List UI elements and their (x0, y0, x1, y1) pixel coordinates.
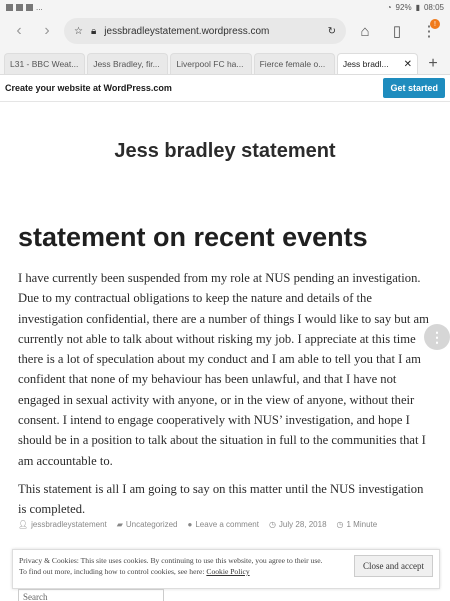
close-and-accept-button[interactable]: Close and accept (354, 555, 433, 577)
tab-strip: L31 - BBC Weat... Jess Bradley, fir... L… (0, 48, 450, 75)
notification-icon (6, 3, 13, 11)
status-bar: ... ◔ 92% ▮ 08:05 (0, 0, 450, 14)
category-link[interactable]: Uncategorized (126, 520, 178, 529)
meta-comment[interactable]: ● Leave a comment (188, 520, 259, 529)
meta-category[interactable]: ▰ Uncategorized (117, 520, 178, 529)
close-icon[interactable]: ✕ (404, 59, 412, 70)
comment-icon: ● (187, 520, 193, 529)
comment-link[interactable]: Leave a comment (195, 520, 259, 529)
get-started-button[interactable]: Get started (383, 78, 445, 98)
meta-author[interactable]: 👤︎ jessbradleystatement (18, 520, 107, 529)
status-right: ◔ 92% ▮ 08:05 (387, 3, 444, 12)
tab-label: Fierce female o... (259, 59, 326, 69)
battery-icon: ▮ (415, 2, 420, 12)
site-title[interactable]: Jess bradley statement (0, 140, 450, 163)
post-body: I have currently been suspended from my … (18, 268, 432, 528)
tab[interactable]: L31 - BBC Weat... (4, 53, 86, 74)
clock-icon: ◷ (268, 520, 276, 529)
post-meta: 👤︎ jessbradleystatement ▰ Uncategorized ● L… (18, 520, 377, 529)
tab[interactable]: Fierce female o... (253, 53, 335, 74)
cookie-line-2: To find out more, including how to contr… (19, 567, 207, 576)
more-options-icon[interactable]: ⋮ (424, 324, 450, 350)
search-input[interactable]: Search (18, 589, 164, 601)
menu-icon[interactable]: ⋮! (416, 18, 442, 44)
tab[interactable]: Liverpool FC ha... (170, 53, 252, 74)
date-link[interactable]: July 28, 2018 (279, 520, 327, 529)
post-paragraph: I have currently been suspended from my … (18, 271, 429, 468)
bookmark-star-icon[interactable]: ☆ (74, 26, 83, 37)
home-icon[interactable]: ⌂ (352, 18, 378, 44)
folder-icon: ▰ (116, 520, 123, 529)
create-website-link[interactable]: Create your website at WordPress.com (5, 83, 172, 93)
meta-date[interactable]: ◷ July 28, 2018 (269, 520, 327, 529)
battery-level: 92% (395, 2, 412, 12)
author-link[interactable]: jessbradleystatement (31, 520, 107, 529)
reload-icon[interactable]: ↻ (328, 26, 336, 37)
notification-icon (26, 3, 33, 11)
cookie-line-1: Privacy & Cookies: This site uses cookie… (19, 556, 323, 565)
forward-icon[interactable]: › (36, 20, 58, 42)
cookie-policy-link[interactable]: Cookie Policy (206, 567, 249, 576)
lock-icon: 🔒︎ (90, 25, 97, 37)
tab[interactable]: Jess Bradley, fir... (87, 53, 169, 74)
clock-icon: ◷ (336, 520, 344, 529)
wordpress-banner: Create your website at WordPress.com Get… (0, 75, 450, 102)
address-bar[interactable]: ☆ 🔒︎ jessbradleystatement.wordpress.com … (64, 18, 346, 44)
status-left: ... (6, 3, 43, 12)
status-ellipsis: ... (36, 2, 43, 12)
bookmarks-icon[interactable]: ▯ (384, 18, 410, 44)
wifi-icon: ◔ (386, 2, 392, 12)
cookie-text: Privacy & Cookies: This site uses cookie… (19, 555, 339, 577)
tab-label: Jess bradl... (342, 59, 389, 69)
meta-read-time: ◷ 1 Minute (337, 520, 378, 529)
back-icon[interactable]: ‹ (8, 20, 30, 42)
cookie-banner: Privacy & Cookies: This site uses cookie… (12, 549, 440, 589)
person-icon: 👤︎ (18, 520, 29, 529)
new-tab-icon[interactable]: + (420, 54, 446, 74)
tab-label: Jess Bradley, fir... (93, 59, 160, 69)
post-title[interactable]: statement on recent events (18, 222, 368, 253)
url-text[interactable]: jessbradleystatement.wordpress.com (104, 26, 319, 37)
tab-label: L31 - BBC Weat... (10, 59, 79, 69)
menu-badge: ! (430, 19, 440, 29)
tab-label: Liverpool FC ha... (176, 59, 244, 69)
read-time: 1 Minute (346, 520, 378, 529)
post-paragraph: This statement is all I am going to say … (18, 481, 424, 517)
browser-toolbar: ‹ › ☆ 🔒︎ jessbradleystatement.wordpress.… (0, 14, 450, 48)
tab-active[interactable]: Jess bradl... ✕ (336, 53, 419, 74)
notification-icon (16, 3, 23, 11)
clock: 08:05 (423, 2, 444, 12)
